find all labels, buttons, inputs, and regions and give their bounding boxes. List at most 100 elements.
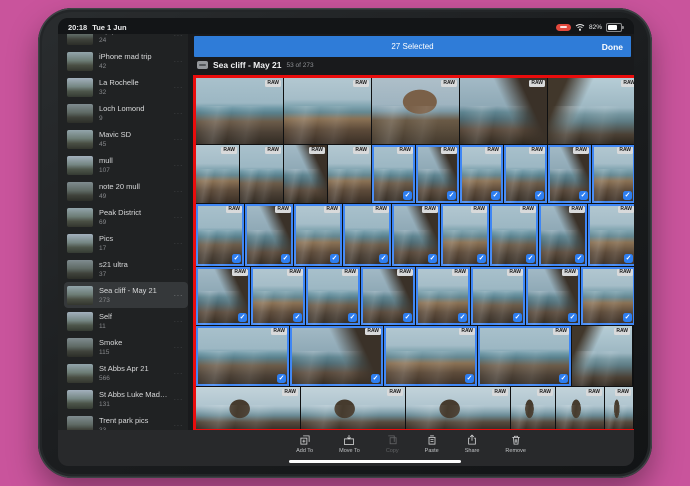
photo-thumbnail[interactable]: RAW ✓ xyxy=(384,326,477,386)
more-options-icon[interactable]: ··· xyxy=(174,395,184,404)
share-button[interactable]: Share xyxy=(465,434,480,466)
photo-thumbnail[interactable]: RAW xyxy=(196,78,283,144)
sidebar-album-item[interactable]: Trent park pics 33 ··· xyxy=(64,412,188,430)
album-count: 17 xyxy=(99,245,168,252)
sidebar-album-item[interactable]: iPhone mad trip 42 ··· xyxy=(64,48,188,74)
date: Tue 1 Jun xyxy=(92,23,126,32)
photo-thumbnail[interactable]: RAW ✓ xyxy=(416,267,470,325)
photo-grid: RAW RAW RAW RAW RAW RAW RAW RAW RAW RAW … xyxy=(196,78,634,429)
more-options-icon[interactable]: ··· xyxy=(174,239,184,248)
more-options-icon[interactable]: ··· xyxy=(174,421,184,430)
more-options-icon[interactable]: ··· xyxy=(174,265,184,274)
photo-thumbnail[interactable]: RAW ✓ xyxy=(416,145,459,203)
more-options-icon[interactable]: ··· xyxy=(174,34,184,40)
more-options-icon[interactable]: ··· xyxy=(174,161,184,170)
photo-thumbnail[interactable]: RAW xyxy=(372,78,459,144)
photo-thumbnail[interactable]: RAW ✓ xyxy=(196,267,250,325)
done-button[interactable]: Done xyxy=(602,36,623,57)
more-options-icon[interactable]: ··· xyxy=(174,317,184,326)
more-options-icon[interactable]: ··· xyxy=(174,291,184,300)
sidebar-album-item[interactable]: Self 11 ··· xyxy=(64,308,188,334)
photo-thumbnail[interactable]: RAW xyxy=(196,145,239,203)
photo-thumbnail[interactable]: RAW ✓ xyxy=(343,204,391,266)
photo-thumbnail[interactable]: RAW xyxy=(301,387,405,429)
photo-thumbnail[interactable]: RAW xyxy=(511,387,555,429)
selected-checkmark: ✓ xyxy=(535,191,544,200)
toolbar-button-icon xyxy=(466,434,478,446)
sidebar-album-item[interactable]: trip photos 24 ··· xyxy=(64,34,188,48)
sidebar-album-item[interactable]: s21 ultra 37 ··· xyxy=(64,256,188,282)
photo-thumbnail[interactable]: RAW ✓ xyxy=(196,204,244,266)
photo-thumbnail[interactable]: RAW ✓ xyxy=(478,326,571,386)
album-name: St Abbs Luke Maddy xyxy=(99,390,168,399)
sidebar-album-item[interactable]: La Rochelle 32 ··· xyxy=(64,74,188,100)
photo-thumbnail[interactable]: RAW ✓ xyxy=(251,267,305,325)
more-options-icon[interactable]: ··· xyxy=(174,83,184,92)
photo-thumbnail[interactable]: RAW ✓ xyxy=(372,145,415,203)
photo-thumbnail[interactable]: RAW xyxy=(196,387,300,429)
photo-thumbnail[interactable]: RAW ✓ xyxy=(539,204,587,266)
photo-thumbnail[interactable]: RAW xyxy=(284,145,327,203)
sidebar-album-item[interactable]: Smoke 115 ··· xyxy=(64,334,188,360)
photo-thumbnail[interactable]: RAW ✓ xyxy=(460,145,503,203)
album-count: 37 xyxy=(99,271,168,278)
photo-thumbnail[interactable]: RAW xyxy=(572,326,632,386)
raw-badge: RAW xyxy=(485,147,501,154)
home-indicator[interactable] xyxy=(289,460,461,464)
sidebar-album-item[interactable]: mull 107 ··· xyxy=(64,152,188,178)
more-options-icon[interactable]: ··· xyxy=(174,187,184,196)
photo-thumbnail[interactable]: RAW ✓ xyxy=(294,204,342,266)
more-options-icon[interactable]: ··· xyxy=(174,135,184,144)
photo-thumbnail[interactable]: RAW xyxy=(460,78,547,144)
photo-thumbnail[interactable]: RAW xyxy=(284,78,371,144)
photo-thumbnail[interactable]: RAW ✓ xyxy=(392,204,440,266)
selected-checkmark: ✓ xyxy=(281,254,290,263)
photo-thumbnail[interactable]: RAW xyxy=(328,145,371,203)
sidebar-album-item[interactable]: Sea cliff - May 21 273 ··· xyxy=(64,282,188,308)
more-options-icon[interactable]: ··· xyxy=(174,109,184,118)
photo-thumbnail[interactable]: RAW ✓ xyxy=(526,267,580,325)
album-thumbnail xyxy=(67,130,93,149)
photo-thumbnail[interactable]: RAW xyxy=(240,145,283,203)
photo-thumbnail[interactable]: RAW ✓ xyxy=(588,204,634,266)
album-count: 45 xyxy=(99,141,168,148)
remove-button[interactable]: Remove xyxy=(505,434,525,466)
album-thumbnail xyxy=(67,364,93,383)
photo-thumbnail[interactable]: RAW xyxy=(406,387,510,429)
photo-thumbnail[interactable]: RAW ✓ xyxy=(548,145,591,203)
album-thumbnail xyxy=(67,286,93,305)
photo-thumbnail[interactable]: RAW xyxy=(548,78,634,144)
photo-thumbnail[interactable]: RAW ✓ xyxy=(361,267,415,325)
photo-thumbnail[interactable]: RAW ✓ xyxy=(490,204,538,266)
sidebar-album-item[interactable]: St Abbs Apr 21 566 ··· xyxy=(64,360,188,386)
raw-badge: RAW xyxy=(365,328,381,335)
album-name: Smoke xyxy=(99,338,168,347)
photo-thumbnail[interactable]: RAW ✓ xyxy=(290,326,383,386)
sidebar-album-item[interactable]: Loch Lomond 9 ··· xyxy=(64,100,188,126)
photo-thumbnail[interactable]: RAW xyxy=(556,387,604,429)
photo-thumbnail[interactable]: RAW ✓ xyxy=(592,145,634,203)
album-icon[interactable] xyxy=(197,61,208,69)
more-options-icon[interactable]: ··· xyxy=(174,57,184,66)
sidebar-album-item[interactable]: note 20 mull 49 ··· xyxy=(64,178,188,204)
photo-thumbnail[interactable]: RAW xyxy=(605,387,633,429)
photo-thumbnail[interactable]: RAW ✓ xyxy=(581,267,634,325)
photo-thumbnail[interactable]: RAW ✓ xyxy=(441,204,489,266)
photo-thumbnail[interactable]: RAW ✓ xyxy=(245,204,293,266)
sidebar-album-item[interactable]: St Abbs Luke Maddy 131 ··· xyxy=(64,386,188,412)
photo-thumbnail[interactable]: RAW ✓ xyxy=(504,145,547,203)
content-area: 27 Selected Done Sea cliff - May 21 53 o… xyxy=(188,34,634,430)
more-options-icon[interactable]: ··· xyxy=(174,213,184,222)
photo-thumbnail[interactable]: RAW ✓ xyxy=(196,326,289,386)
selected-checkmark: ✓ xyxy=(371,374,380,383)
sidebar-album-item[interactable]: Peak District 69 ··· xyxy=(64,204,188,230)
sidebar-album-item[interactable]: Mavic SD 45 ··· xyxy=(64,126,188,152)
more-options-icon[interactable]: ··· xyxy=(174,369,184,378)
more-options-icon[interactable]: ··· xyxy=(174,343,184,352)
toolbar-button-icon xyxy=(426,434,438,446)
toolbar-button-label: Remove xyxy=(505,448,525,454)
selected-checkmark: ✓ xyxy=(403,191,412,200)
photo-thumbnail[interactable]: RAW ✓ xyxy=(471,267,525,325)
photo-thumbnail[interactable]: RAW ✓ xyxy=(306,267,360,325)
sidebar-album-item[interactable]: Pics 17 ··· xyxy=(64,230,188,256)
